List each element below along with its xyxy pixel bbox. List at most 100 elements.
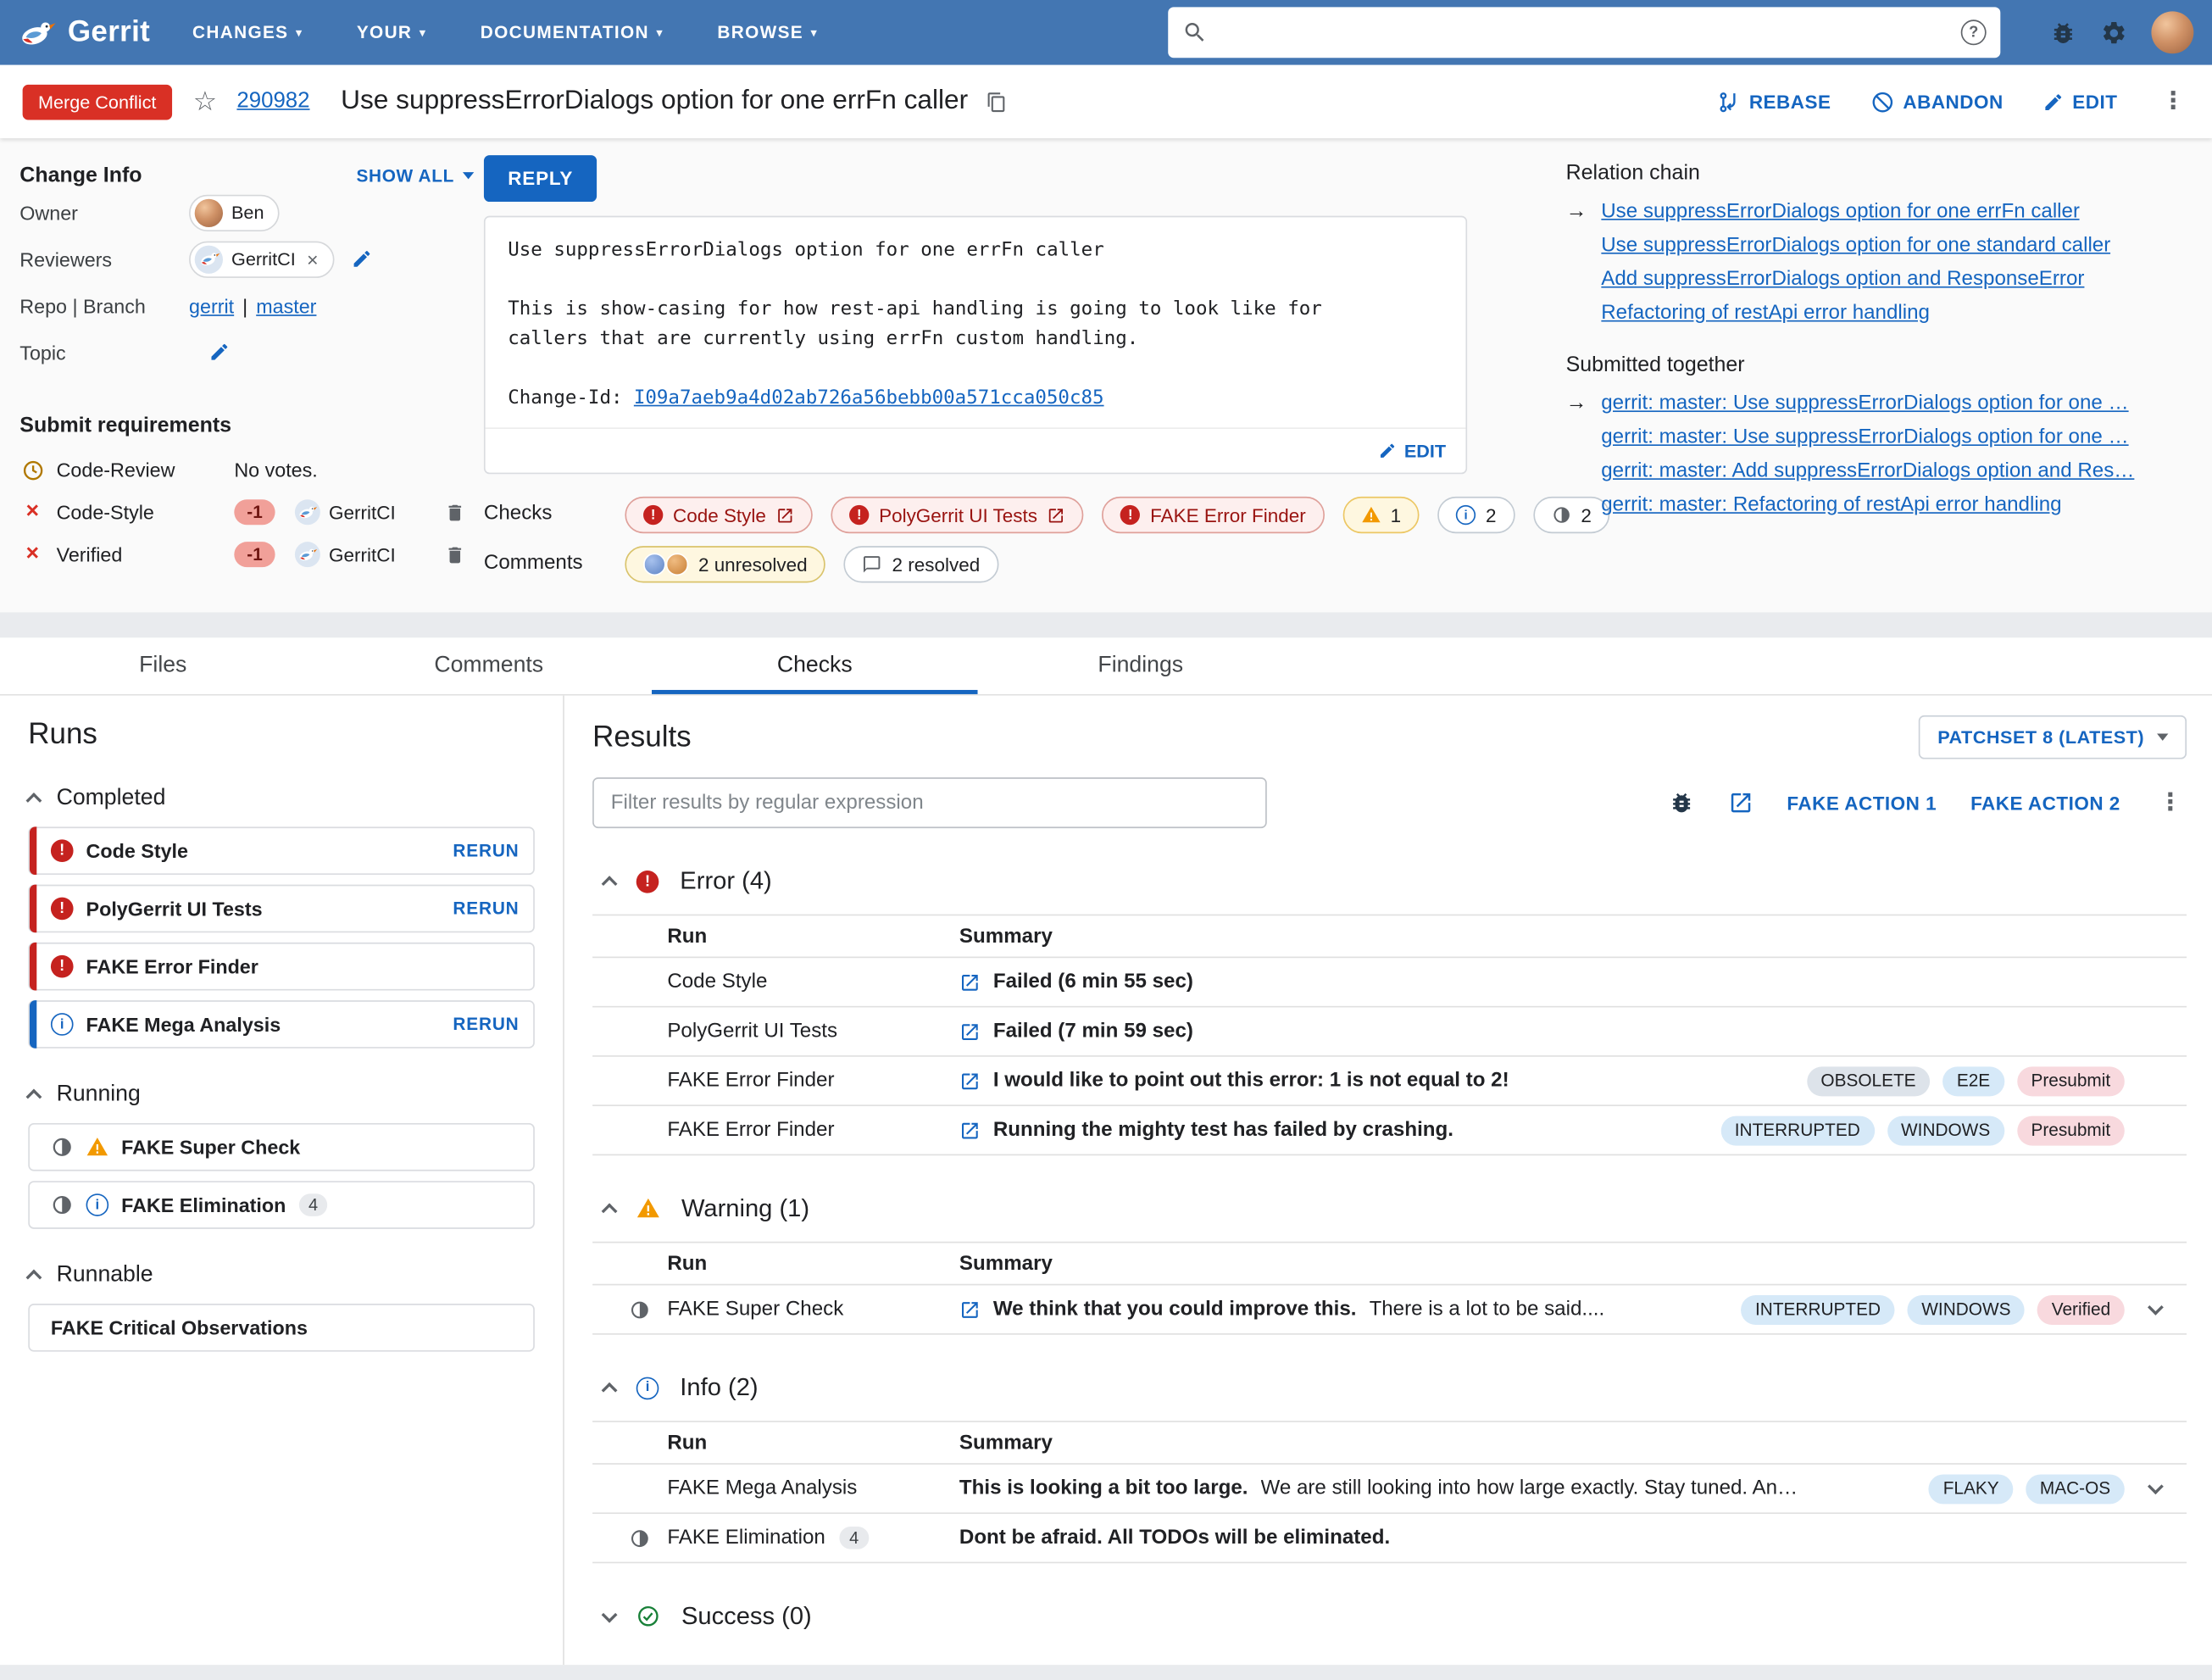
relation-link[interactable]: Use suppressErrorDialogs option for one …: [1601, 229, 2110, 263]
external-link-icon: [1049, 508, 1064, 522]
help-icon[interactable]: [1960, 19, 1987, 46]
warning-section-toggle[interactable]: Warning (1): [601, 1193, 2187, 1223]
copy-icon[interactable]: [987, 91, 1008, 112]
warning-count-chip[interactable]: 1: [1342, 496, 1420, 534]
abandon-label: ABANDON: [1903, 91, 2004, 113]
abandon-button[interactable]: ABANDON: [1870, 90, 2004, 114]
result-row[interactable]: FAKE Super Check We think that you could…: [592, 1285, 2187, 1335]
tab-files[interactable]: Files: [0, 637, 326, 694]
check-chip-polygerrit[interactable]: PolyGerrit UI Tests: [831, 496, 1084, 534]
check-chip-code-style[interactable]: Code Style: [625, 496, 813, 534]
star-icon[interactable]: ☆: [193, 86, 217, 118]
success-section-toggle[interactable]: Success (0): [601, 1601, 2187, 1631]
owner-chip[interactable]: Ben: [189, 193, 280, 231]
running-section-toggle[interactable]: Running: [25, 1082, 535, 1108]
chevron-up-icon: [601, 1202, 618, 1219]
external-link-icon[interactable]: [959, 971, 981, 993]
external-link-icon[interactable]: [1727, 790, 1753, 815]
repo-link[interactable]: gerrit: [189, 294, 234, 317]
expand-chevron-icon[interactable]: [2148, 1478, 2164, 1495]
voter-account[interactable]: GerritCI: [295, 499, 396, 526]
result-summary: Failed (7 min 59 sec): [992, 1020, 1193, 1043]
commit-message-text: Use suppressErrorDialogs option for one …: [508, 238, 1322, 350]
result-row[interactable]: PolyGerrit UI Tests Failed (7 min 59 sec…: [592, 1007, 2187, 1057]
run-card-code-style[interactable]: Code Style RERUN: [28, 826, 535, 876]
run-card-polygerrit[interactable]: PolyGerrit UI Tests RERUN: [28, 884, 535, 933]
rebase-button[interactable]: REBASE: [1717, 90, 1831, 114]
expand-chevron-icon[interactable]: [2148, 1299, 2164, 1316]
edit-reviewers-icon[interactable]: [351, 248, 372, 270]
fake-action-1-button[interactable]: FAKE ACTION 1: [1787, 793, 1937, 814]
submitted-link[interactable]: gerrit: master: Use suppressErrorDialogs…: [1601, 387, 2128, 420]
tab-checks[interactable]: Checks: [652, 637, 978, 694]
menu-your[interactable]: YOUR ▾: [357, 23, 427, 42]
submitted-link[interactable]: gerrit: master: Use suppressErrorDialogs…: [1601, 420, 2128, 454]
run-card-super-check[interactable]: FAKE Super Check: [28, 1122, 535, 1171]
result-summary: Running the mighty test has failed by cr…: [992, 1118, 1453, 1142]
delete-vote-icon[interactable]: [444, 502, 465, 523]
rerun-button[interactable]: RERUN: [453, 1015, 519, 1034]
settings-gear-icon[interactable]: [2101, 19, 2128, 46]
reply-button[interactable]: REPLY: [483, 155, 597, 203]
rerun-button[interactable]: RERUN: [453, 841, 519, 860]
info-count-chip[interactable]: 2: [1437, 496, 1515, 534]
change-id-link[interactable]: I09a7aeb9a4d02ab726a56bebb00a571cca050c8…: [634, 387, 1104, 409]
external-link-icon[interactable]: [959, 1299, 981, 1320]
show-all-button[interactable]: SHOW ALL: [356, 166, 475, 186]
delete-vote-icon[interactable]: [444, 544, 465, 565]
edit-topic-icon[interactable]: [208, 342, 230, 363]
warning-section-title: Warning (1): [681, 1193, 810, 1222]
change-number-link[interactable]: 290982: [236, 89, 309, 114]
run-card-error-finder[interactable]: FAKE Error Finder: [28, 942, 535, 991]
edit-button[interactable]: EDIT: [2042, 91, 2117, 112]
menu-documentation[interactable]: DOCUMENTATION ▾: [481, 23, 664, 42]
voter-account[interactable]: GerritCI: [295, 542, 396, 568]
results-filter-input[interactable]: [592, 777, 1267, 829]
gerrit-home-link[interactable]: Gerrit: [19, 15, 150, 49]
check-chip-error-finder[interactable]: FAKE Error Finder: [1102, 496, 1325, 534]
result-row[interactable]: FAKE Mega Analysis This is looking a bit…: [592, 1465, 2187, 1515]
info-section-toggle[interactable]: Info (2): [601, 1373, 2187, 1403]
edit-commit-message-button[interactable]: EDIT: [485, 427, 1466, 472]
search-bar[interactable]: [1168, 7, 2001, 58]
runnable-section-toggle[interactable]: Runnable: [25, 1263, 535, 1288]
fake-action-2-button[interactable]: FAKE ACTION 2: [1970, 793, 2120, 814]
relation-link[interactable]: Use suppressErrorDialogs option for one …: [1601, 195, 2080, 229]
resolved-comments-chip[interactable]: 2 resolved: [843, 546, 998, 583]
menu-browse[interactable]: BROWSE ▾: [717, 23, 818, 42]
tab-findings[interactable]: Findings: [978, 637, 1304, 694]
search-input[interactable]: [1220, 20, 1948, 44]
remove-reviewer-icon[interactable]: ×: [307, 249, 319, 269]
result-row[interactable]: Code Style Failed (6 min 55 sec): [592, 958, 2187, 1008]
bug-report-icon[interactable]: [2050, 19, 2077, 46]
patchset-selector[interactable]: PATCHSET 8 (LATEST): [1919, 715, 2187, 759]
tab-comments[interactable]: Comments: [326, 637, 653, 694]
result-row[interactable]: FAKE Error Finder Running the mighty tes…: [592, 1106, 2187, 1156]
completed-section-toggle[interactable]: Completed: [25, 786, 535, 811]
result-row[interactable]: FAKE Elimination 4 Dont be afraid. All T…: [592, 1514, 2187, 1564]
reviewer-chip[interactable]: GerritCI ×: [189, 240, 334, 278]
submitted-link[interactable]: gerrit: master: Refactoring of restApi e…: [1601, 488, 2061, 522]
error-section-toggle[interactable]: Error (4): [601, 866, 2187, 896]
submitted-link[interactable]: gerrit: master: Add suppressErrorDialogs…: [1601, 454, 2134, 488]
overflow-menu-icon[interactable]: ⋮: [2154, 788, 2187, 816]
runs-panel: Runs Completed Code Style RERUN PolyGerr…: [0, 695, 564, 1666]
rebase-icon: [1720, 92, 1736, 112]
relation-link[interactable]: Refactoring of restApi error handling: [1601, 297, 1930, 331]
run-card-mega-analysis[interactable]: FAKE Mega Analysis RERUN: [28, 1000, 535, 1049]
user-avatar[interactable]: [2151, 11, 2194, 54]
external-link-icon[interactable]: [959, 1021, 981, 1042]
external-link-icon[interactable]: [959, 1120, 981, 1141]
menu-changes[interactable]: CHANGES ▾: [192, 23, 303, 42]
rerun-button[interactable]: RERUN: [453, 898, 519, 918]
run-card-elimination[interactable]: FAKE Elimination 4: [28, 1181, 535, 1229]
overflow-menu-icon[interactable]: ⋮: [2157, 87, 2189, 115]
result-row[interactable]: FAKE Error Finder I would like to point …: [592, 1057, 2187, 1106]
external-link-icon[interactable]: [959, 1071, 981, 1092]
unresolved-comments-chip[interactable]: 2 unresolved: [625, 546, 826, 583]
run-card-critical-observations[interactable]: FAKE Critical Observations: [28, 1304, 535, 1352]
branch-link[interactable]: master: [256, 294, 316, 317]
relation-link[interactable]: Add suppressErrorDialogs option and Resp…: [1601, 263, 2084, 297]
owner-avatar: [194, 197, 223, 227]
bug-report-icon[interactable]: [1669, 790, 1694, 815]
